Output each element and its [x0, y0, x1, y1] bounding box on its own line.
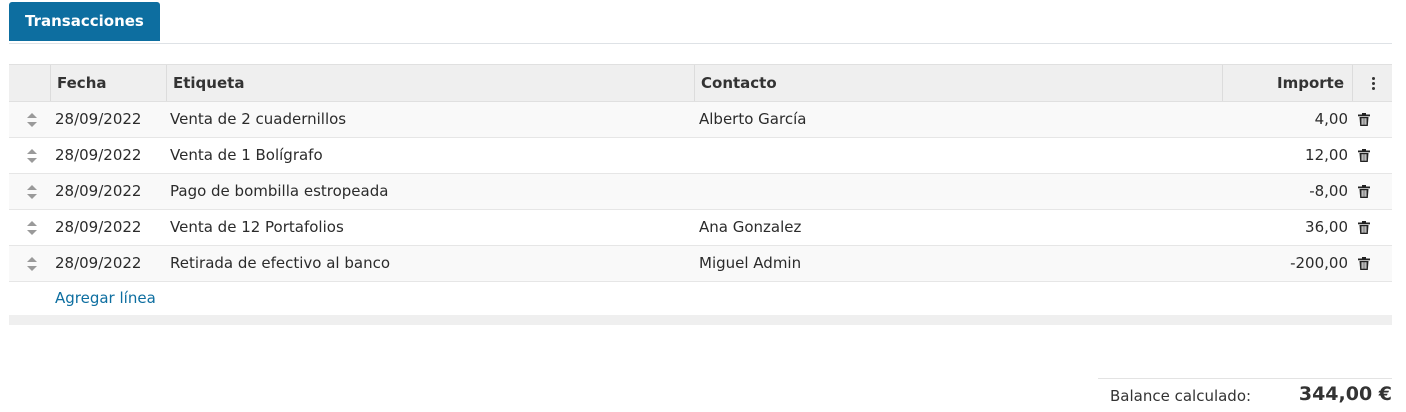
transactions-table: Fecha Etiqueta Contacto Importe 28/09/20… — [9, 64, 1392, 325]
sort-handle-icon — [26, 220, 37, 235]
row-handle[interactable] — [9, 246, 50, 281]
cell-importe: 4,00 — [1314, 110, 1348, 128]
row-handle[interactable] — [9, 102, 50, 137]
table-row[interactable]: 28/09/2022 Venta de 1 Bolígrafo 12,00 — [9, 138, 1392, 174]
cell-contacto: Miguel Admin — [699, 254, 802, 272]
cell-fecha: 28/09/2022 — [55, 110, 142, 128]
header-handle-cell — [9, 65, 50, 101]
trash-icon — [1358, 221, 1370, 234]
balance-value: 344,00 € — [1298, 383, 1392, 405]
delete-row-button[interactable] — [1354, 246, 1374, 281]
balance-summary: Balance calculado: 344,00 € — [1098, 378, 1392, 412]
sort-handle-icon — [26, 184, 37, 199]
cell-fecha: 28/09/2022 — [55, 218, 142, 236]
cell-etiqueta: Pago de bombilla estropeada — [170, 182, 389, 200]
cell-etiqueta: Venta de 2 cuadernillos — [170, 110, 347, 128]
row-handle[interactable] — [9, 210, 50, 245]
row-handle[interactable] — [9, 174, 50, 209]
optional-columns-button[interactable] — [1352, 65, 1393, 101]
add-line-link[interactable]: Agregar línea — [55, 282, 156, 315]
tab-bar: Transacciones — [9, 2, 1392, 44]
cell-fecha: 28/09/2022 — [55, 146, 142, 164]
table-row[interactable]: 28/09/2022 Pago de bombilla estropeada -… — [9, 174, 1392, 210]
table-row[interactable]: 28/09/2022 Retirada de efectivo al banco… — [9, 246, 1392, 282]
cell-importe: -200,00 — [1290, 254, 1348, 272]
cell-importe: -8,00 — [1309, 182, 1348, 200]
table-row[interactable]: 28/09/2022 Venta de 12 Portafolios Ana G… — [9, 210, 1392, 246]
add-line-row: Agregar línea — [9, 282, 1392, 315]
trash-icon — [1358, 257, 1370, 270]
table-row[interactable]: 28/09/2022 Venta de 2 cuadernillos Alber… — [9, 102, 1392, 138]
sort-handle-icon — [26, 112, 37, 127]
cell-importe: 36,00 — [1305, 218, 1348, 236]
sort-handle-icon — [26, 256, 37, 271]
trash-icon — [1358, 113, 1370, 126]
delete-row-button[interactable] — [1354, 102, 1374, 137]
trash-icon — [1358, 149, 1370, 162]
cell-fecha: 28/09/2022 — [55, 254, 142, 272]
cell-etiqueta: Retirada de efectivo al banco — [170, 254, 391, 272]
column-header-etiqueta[interactable]: Etiqueta — [166, 65, 694, 101]
cell-etiqueta: Venta de 1 Bolígrafo — [170, 146, 323, 164]
delete-row-button[interactable] — [1354, 210, 1374, 245]
cell-contacto: Ana Gonzalez — [699, 218, 802, 236]
row-handle[interactable] — [9, 138, 50, 173]
column-header-importe[interactable]: Importe — [1222, 65, 1352, 101]
trash-icon — [1358, 185, 1370, 198]
column-header-contacto[interactable]: Contacto — [694, 65, 1222, 101]
delete-row-button[interactable] — [1354, 138, 1374, 173]
cell-etiqueta: Venta de 12 Portafolios — [170, 218, 344, 236]
delete-row-button[interactable] — [1354, 174, 1374, 209]
table-header: Fecha Etiqueta Contacto Importe — [9, 64, 1392, 102]
cell-importe: 12,00 — [1305, 146, 1348, 164]
cell-fecha: 28/09/2022 — [55, 182, 142, 200]
column-header-fecha[interactable]: Fecha — [50, 65, 165, 101]
cell-contacto: Alberto García — [699, 110, 807, 128]
kebab-menu-icon — [1371, 75, 1375, 92]
tab-transacciones[interactable]: Transacciones — [9, 2, 160, 41]
table-footer — [9, 315, 1392, 325]
sort-handle-icon — [26, 148, 37, 163]
balance-label: Balance calculado: — [1110, 387, 1252, 405]
